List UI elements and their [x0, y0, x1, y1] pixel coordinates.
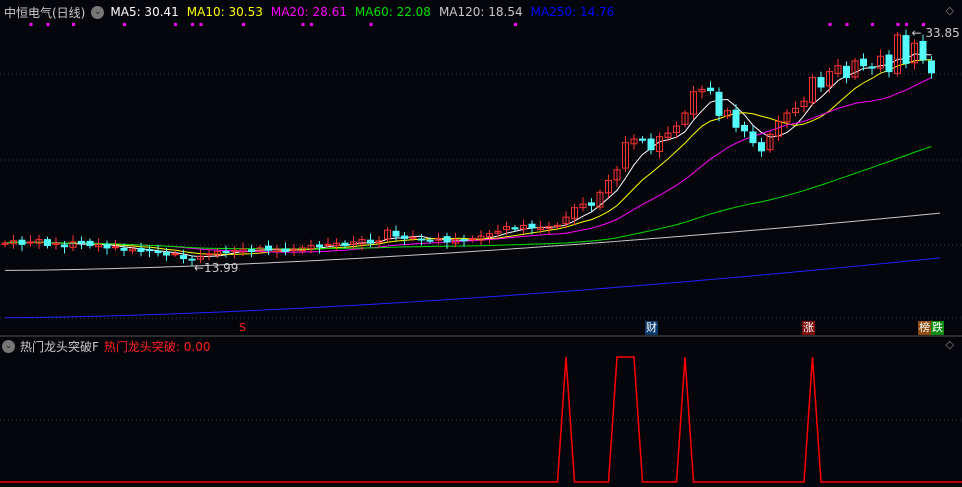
signal-dot: [72, 23, 75, 26]
signal-dot: [191, 23, 194, 26]
candle-body: [885, 54, 893, 73]
signal-dot: [29, 23, 33, 26]
marker-cai[interactable]: 财: [645, 321, 658, 335]
candle-body: [749, 131, 757, 144]
candle-body: [715, 91, 723, 116]
signal-dot: [922, 23, 925, 26]
signal-dot: [905, 23, 908, 26]
candle-body: [707, 87, 714, 92]
indicator-legend: ⌄ 热门龙头突破F 热门龙头突破: 0.00: [2, 338, 210, 355]
signal-dot: [871, 23, 874, 26]
candle-body: [392, 230, 400, 237]
marker-s[interactable]: S: [238, 321, 247, 335]
candle-body: [902, 35, 910, 64]
candle-body: [460, 239, 468, 242]
candle-body: [86, 240, 94, 247]
candle-body: [163, 252, 170, 256]
ma10-line: [4, 59, 932, 255]
price-chart: ← 33.85 ←13.99: [0, 23, 962, 483]
signal-dot: [828, 23, 832, 26]
candle-body: [919, 40, 927, 61]
signal-dot: [174, 23, 177, 26]
candle-body: [282, 248, 289, 252]
candle-body: [103, 243, 111, 249]
candle-body: [588, 202, 595, 206]
signal-dot: [123, 23, 126, 26]
signal-dot: [199, 23, 203, 26]
candle-body: [222, 250, 230, 254]
candle-body: [511, 227, 519, 230]
indicator-title: 热门龙头突破F: [20, 340, 99, 354]
marker-bang[interactable]: 榜: [918, 321, 931, 335]
candle-body: [316, 244, 323, 248]
low-label: ←13.99: [194, 261, 238, 275]
candle-body: [61, 244, 68, 248]
signal-dot: [845, 23, 849, 26]
chevron-down-icon[interactable]: ⌄: [2, 340, 15, 353]
candle-body: [860, 58, 867, 67]
candle-body: [341, 242, 349, 247]
candle-body: [418, 238, 425, 241]
candle-body: [817, 77, 825, 88]
candle-body: [146, 249, 153, 252]
indicator-value: 热门龙头突破: 0.00: [103, 340, 211, 354]
candle-body: [554, 224, 561, 227]
candle-body: [27, 241, 34, 244]
marker-die[interactable]: 跌: [931, 321, 944, 335]
candle-body: [78, 240, 85, 244]
candle-body: [324, 243, 332, 246]
candle-body: [188, 258, 196, 261]
candle-body: [741, 124, 748, 132]
signal-dot: [242, 23, 245, 26]
candle-body: [248, 249, 255, 252]
ma20-line: [4, 77, 932, 253]
marker-zhang[interactable]: 涨: [802, 321, 815, 335]
candle-body: [426, 239, 434, 242]
signal-dot: [896, 23, 900, 26]
candle-body: [44, 239, 51, 247]
candle-body: [528, 223, 536, 229]
candle-body: [409, 236, 417, 239]
ma250-line: [4, 257, 941, 319]
candle-body: [843, 65, 850, 79]
ma60-line: [4, 146, 932, 250]
candle-body: [171, 253, 179, 256]
candle-body: [732, 109, 740, 128]
signal-dot: [46, 23, 50, 26]
signal-dot: [301, 23, 305, 26]
ma5-line: [4, 53, 932, 258]
candle-body: [401, 235, 408, 239]
candle-body: [443, 236, 451, 243]
signal-dot: [310, 23, 313, 26]
candle-body: [154, 250, 162, 254]
high-label: ← 33.85: [912, 26, 960, 40]
candle-body: [758, 142, 765, 152]
diamond-icon[interactable]: ◇: [946, 338, 954, 351]
candle-body: [137, 247, 145, 252]
signal-dot: [514, 23, 517, 26]
candle-body: [639, 138, 646, 141]
candle-body: [928, 60, 935, 74]
candle-body: [18, 239, 26, 245]
candle-body: [868, 66, 876, 69]
candle-body: [120, 247, 128, 251]
candle-body: [265, 245, 272, 251]
signal-dot: [369, 23, 373, 26]
candle-body: [367, 239, 374, 244]
candle-body: [205, 253, 213, 256]
candle-body: [647, 138, 655, 151]
candle-body: [180, 255, 187, 260]
candle-body: [112, 246, 119, 249]
